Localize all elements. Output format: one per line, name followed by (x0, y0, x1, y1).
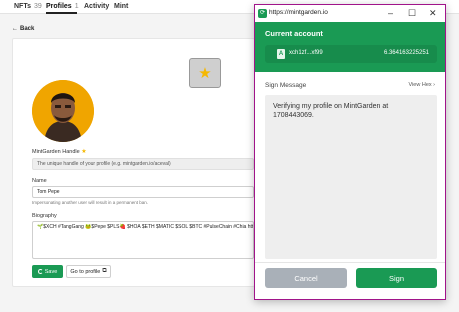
message-text: Verifying my profile on MintGarden at 17… (273, 103, 389, 119)
tab-nfts[interactable]: NFTs 39 (14, 3, 42, 10)
minimize-icon[interactable]: – (388, 7, 393, 19)
go-to-profile-button[interactable]: Go to profile ⧉ (66, 265, 111, 278)
name-input[interactable]: Tom Pepe (32, 186, 254, 198)
avatar[interactable] (32, 80, 94, 142)
go-to-profile-label: Go to profile (70, 268, 101, 275)
handle-input[interactable]: The unique handle of your profile (e.g. … (32, 158, 254, 170)
account-balance: 6.364163225251 (383, 50, 429, 56)
active-tab-indicator (46, 12, 77, 14)
loading-spinner-icon (37, 269, 43, 274)
bio-textarea[interactable]: 🌱$XCH #TangGang 🐸$Pepe $PLS🍓 $HOA $ETH $… (32, 221, 254, 259)
name-hint: Impersonating another user will result i… (32, 200, 149, 205)
sign-button[interactable]: Sign (356, 268, 437, 288)
close-icon[interactable]: ✕ (429, 7, 437, 19)
save-label: Save (44, 268, 58, 275)
account-address: xch1zf...xf99 (289, 50, 323, 56)
tab-activity[interactable]: Activity (84, 3, 109, 10)
avatar-portrait-icon (32, 80, 94, 142)
star-icon: ★ (81, 149, 87, 155)
cancel-button[interactable]: Cancel (265, 268, 347, 288)
arrow-left-icon: ← (12, 26, 18, 32)
tab-label: Activity (84, 3, 110, 10)
tab-mint[interactable]: Mint (114, 3, 128, 10)
account-header: Current account A xch1zf...xf99 6.364163… (255, 22, 445, 72)
sign-popup-window: ⟳ https://mintgarden.io – ☐ ✕ Current ac… (254, 4, 446, 300)
view-hex-link[interactable]: View Hex › (409, 82, 436, 88)
current-account-title: Current account (265, 29, 323, 38)
tab-label: Profiles (46, 3, 72, 10)
star-icon: ★ (198, 64, 212, 82)
tab-label: NFTs (14, 3, 31, 10)
name-label: Name (32, 178, 47, 184)
mintgarden-favicon-icon: ⟳ (258, 9, 267, 18)
tab-count: 1 (74, 3, 79, 10)
window-url: https://mintgarden.io (269, 9, 328, 16)
save-button[interactable]: Save (32, 265, 63, 278)
account-row: A xch1zf...xf99 6.364163225251 (265, 45, 437, 63)
handle-label-text: MintGarden Handle (32, 149, 80, 155)
external-link-icon: ⧉ (102, 268, 107, 274)
back-link[interactable]: ← Back (12, 26, 34, 32)
wallet-icon: A (277, 49, 285, 59)
sign-message-title: Sign Message (265, 82, 307, 89)
favorite-toggle[interactable]: ★ (189, 58, 221, 88)
divider (255, 262, 445, 263)
bio-label: Biography (32, 213, 57, 219)
handle-label: MintGarden Handle ★ (32, 148, 87, 155)
tab-label: Mint (114, 3, 129, 10)
tab-count: 39 (33, 3, 42, 10)
message-box: Verifying my profile on MintGarden at 17… (265, 95, 437, 259)
maximize-icon[interactable]: ☐ (408, 7, 416, 19)
back-label: Back (20, 26, 35, 32)
window-titlebar: ⟳ https://mintgarden.io – ☐ ✕ (255, 5, 445, 22)
tab-profiles[interactable]: Profiles 1 (46, 3, 79, 10)
